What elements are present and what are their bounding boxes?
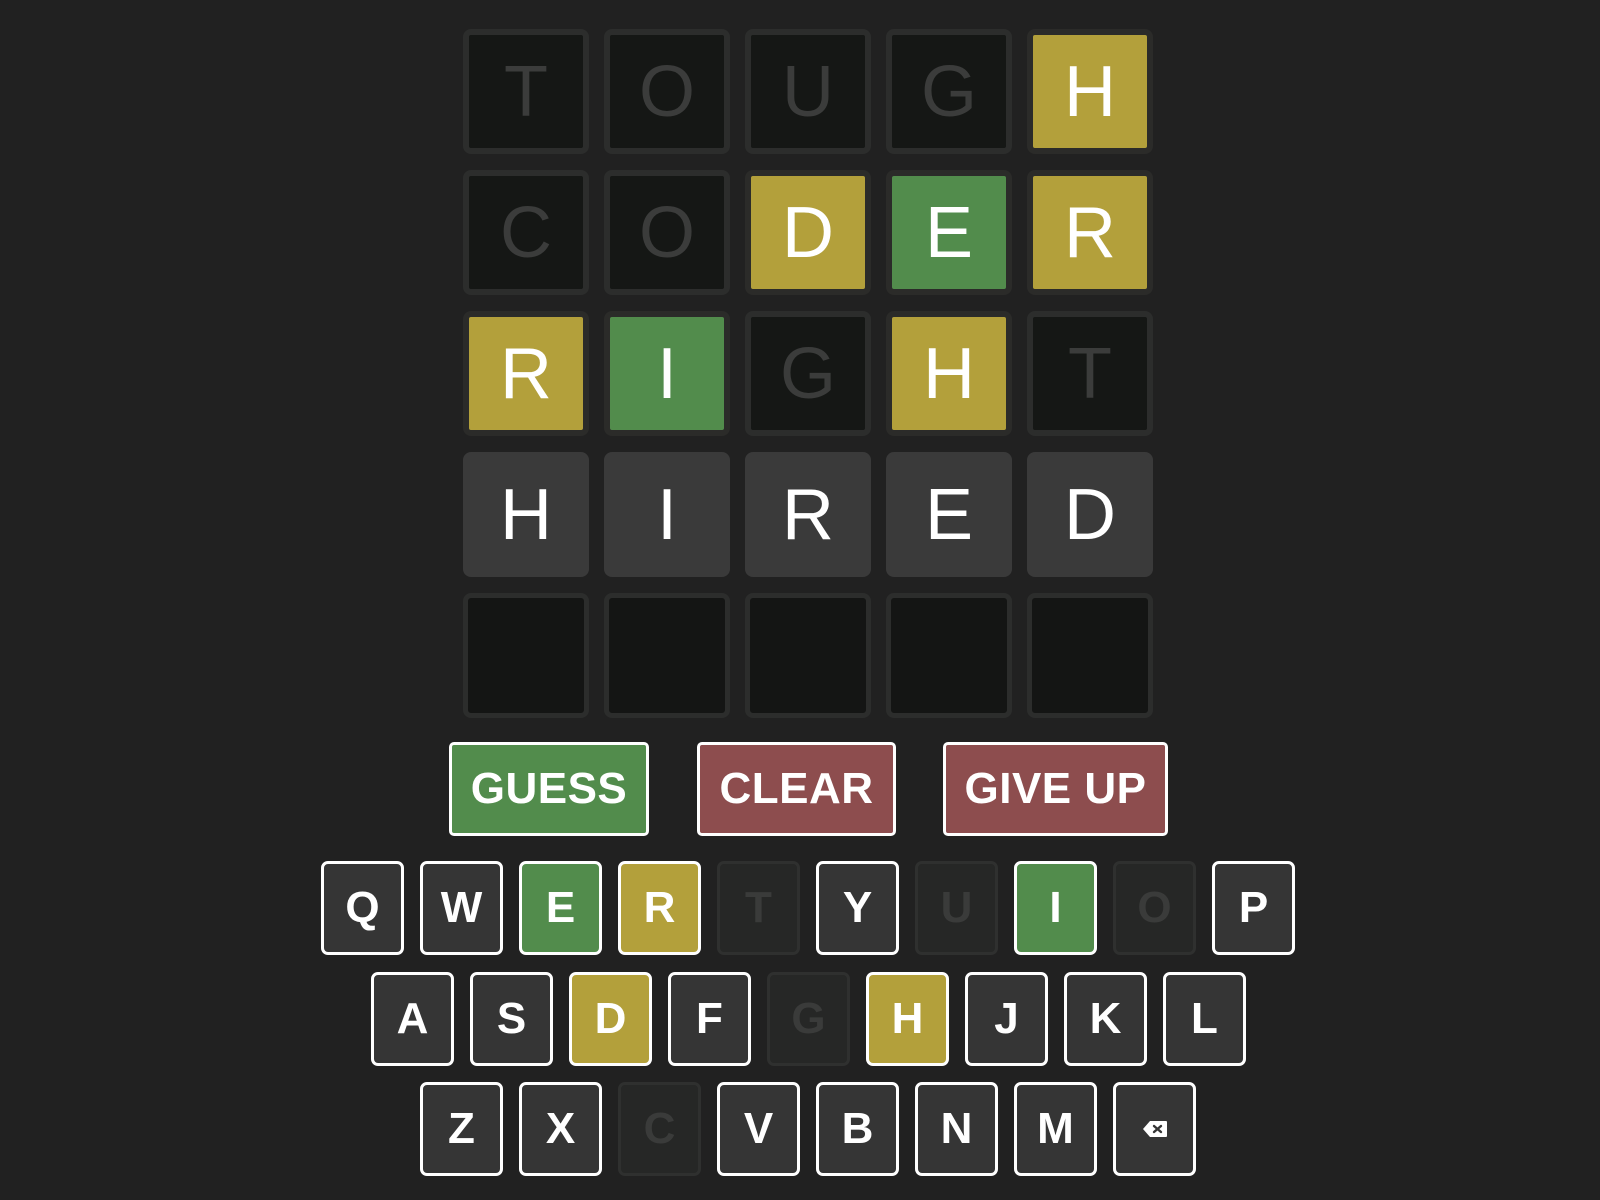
board-tile — [745, 593, 871, 718]
key-k[interactable]: K — [1064, 972, 1147, 1066]
key-d[interactable]: D — [569, 972, 652, 1066]
key-v[interactable]: V — [717, 1082, 800, 1176]
key-w[interactable]: W — [420, 861, 503, 955]
give-up-button[interactable]: GIVE UP — [943, 742, 1168, 836]
board-tile: I — [604, 452, 730, 577]
board-tile: G — [886, 29, 1012, 154]
board-row: HIRED — [463, 452, 1155, 577]
game-board: TOUGHCODERRIGHTHIRED — [463, 29, 1155, 734]
board-tile: C — [463, 170, 589, 295]
board-tile: T — [1027, 311, 1153, 436]
board-tile: E — [886, 170, 1012, 295]
clear-button[interactable]: CLEAR — [697, 742, 896, 836]
backspace-key[interactable] — [1113, 1082, 1196, 1176]
board-tile: H — [463, 452, 589, 577]
key-j[interactable]: J — [965, 972, 1048, 1066]
keyboard-row: ASDFGHJKL — [371, 972, 1246, 1066]
board-tile — [886, 593, 1012, 718]
key-g[interactable]: G — [767, 972, 850, 1066]
board-tile: U — [745, 29, 871, 154]
board-tile: G — [745, 311, 871, 436]
board-tile: I — [604, 311, 730, 436]
key-p[interactable]: P — [1212, 861, 1295, 955]
board-tile: H — [886, 311, 1012, 436]
key-n[interactable]: N — [915, 1082, 998, 1176]
board-tile — [1027, 593, 1153, 718]
board-tile: D — [745, 170, 871, 295]
key-e[interactable]: E — [519, 861, 602, 955]
board-tile: H — [1027, 29, 1153, 154]
guess-button[interactable]: GUESS — [449, 742, 649, 836]
key-y[interactable]: Y — [816, 861, 899, 955]
wordle-game: TOUGHCODERRIGHTHIRED GUESS CLEAR GIVE UP… — [0, 0, 1600, 1200]
board-tile: D — [1027, 452, 1153, 577]
keyboard-row: QWERTYUIOP — [321, 861, 1295, 955]
key-q[interactable]: Q — [321, 861, 404, 955]
board-row: TOUGH — [463, 29, 1155, 154]
key-z[interactable]: Z — [420, 1082, 503, 1176]
key-h[interactable]: H — [866, 972, 949, 1066]
board-tile: O — [604, 29, 730, 154]
key-t[interactable]: T — [717, 861, 800, 955]
keyboard-row: ZXCVBNM — [420, 1082, 1196, 1176]
board-tile: R — [463, 311, 589, 436]
key-a[interactable]: A — [371, 972, 454, 1066]
board-row: CODER — [463, 170, 1155, 295]
key-r[interactable]: R — [618, 861, 701, 955]
key-u[interactable]: U — [915, 861, 998, 955]
board-tile: E — [886, 452, 1012, 577]
key-o[interactable]: O — [1113, 861, 1196, 955]
board-tile: T — [463, 29, 589, 154]
board-tile: O — [604, 170, 730, 295]
backspace-icon — [1142, 1120, 1168, 1138]
key-c[interactable]: C — [618, 1082, 701, 1176]
board-tile: R — [745, 452, 871, 577]
key-b[interactable]: B — [816, 1082, 899, 1176]
key-i[interactable]: I — [1014, 861, 1097, 955]
key-x[interactable]: X — [519, 1082, 602, 1176]
key-s[interactable]: S — [470, 972, 553, 1066]
key-l[interactable]: L — [1163, 972, 1246, 1066]
key-m[interactable]: M — [1014, 1082, 1097, 1176]
board-row: RIGHT — [463, 311, 1155, 436]
board-tile — [604, 593, 730, 718]
board-row — [463, 593, 1155, 718]
key-f[interactable]: F — [668, 972, 751, 1066]
board-tile: R — [1027, 170, 1153, 295]
board-tile — [463, 593, 589, 718]
